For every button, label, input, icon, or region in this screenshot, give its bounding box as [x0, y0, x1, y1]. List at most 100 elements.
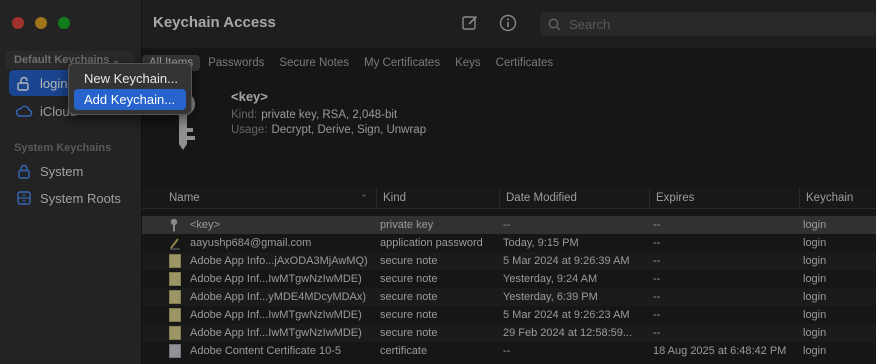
row-keychain: login [803, 309, 827, 321]
certificate-icon [169, 344, 181, 358]
column-name[interactable]: Name ⌃ [142, 188, 376, 208]
row-kind: private key [380, 219, 434, 231]
row-name: <key> [190, 219, 220, 231]
search-field[interactable] [540, 12, 876, 36]
cabinet-icon [13, 191, 35, 205]
tab-secure-notes[interactable]: Secure Notes [272, 55, 356, 71]
row-date: 5 Mar 2024 at 9:26:23 AM [503, 309, 630, 321]
window-title: Keychain Access [153, 14, 276, 31]
usage-label: Usage: [231, 124, 268, 136]
row-expires: -- [653, 291, 661, 303]
row-name: Adobe App Inf...IwMTgwNzIwMDE) [190, 327, 362, 339]
row-keychain: login [803, 237, 827, 249]
row-keychain: login [803, 273, 827, 285]
detail-title: <key> [231, 89, 268, 104]
items-table: <key> private key -- -- login aayushp684… [142, 216, 876, 360]
lock-open-icon [13, 76, 35, 91]
system-keychains-header: System Keychains [14, 142, 112, 154]
table-row[interactable]: Adobe App Inf...IwMTgwNzIwMDE) secure no… [142, 324, 876, 342]
row-expires: -- [653, 255, 661, 267]
tab-keys[interactable]: Keys [448, 55, 488, 71]
row-date: -- [503, 219, 511, 231]
close-window-button[interactable] [12, 17, 24, 29]
row-expires: -- [653, 327, 661, 339]
row-date: Today, 9:15 PM [503, 237, 579, 249]
row-date: Yesterday, 6:39 PM [503, 291, 598, 303]
column-date-modified[interactable]: Date Modified [499, 188, 649, 208]
sidebar-item-system[interactable]: System [9, 158, 133, 184]
row-expires: 18 Aug 2025 at 6:48:42 PM [653, 345, 787, 357]
table-row[interactable]: Adobe App Inf...IwMTgwNzIwMDE) secure no… [142, 306, 876, 324]
table-row[interactable]: Adobe App Info...jAxODA3MjAwMQ) secure n… [142, 252, 876, 270]
sidebar: Default Keychains ⌄ login iCloud System K… [0, 0, 142, 364]
row-date: 29 Feb 2024 at 12:58:59... [503, 327, 633, 339]
compose-icon[interactable] [461, 14, 479, 37]
column-expires[interactable]: Expires [649, 188, 799, 208]
row-date: 5 Mar 2024 at 9:26:39 AM [503, 255, 630, 267]
menu-item-new-keychain[interactable]: New Keychain... [74, 68, 186, 89]
note-icon [169, 254, 181, 268]
row-expires: -- [653, 237, 661, 249]
row-kind: secure note [380, 273, 438, 285]
column-keychain[interactable]: Keychain [799, 188, 876, 208]
table-header: Name ⌃ Kind Date Modified Expires Keychai… [142, 188, 876, 209]
tab-my-certificates[interactable]: My Certificates [357, 55, 447, 71]
note-icon [169, 326, 181, 340]
row-name: Adobe App Inf...IwMTgwNzIwMDE) [190, 273, 362, 285]
category-tabs: All Items Passwords Secure Notes My Cert… [142, 53, 876, 73]
usage-value: Decrypt, Derive, Sign, Unwrap [271, 124, 427, 136]
cloud-icon [13, 105, 35, 117]
row-expires: -- [653, 219, 661, 231]
sidebar-item-label: System Roots [40, 190, 121, 206]
row-kind: secure note [380, 291, 438, 303]
kind-label: Kind: [231, 109, 258, 121]
sidebar-item-label: login [40, 75, 68, 91]
row-keychain: login [803, 219, 827, 231]
key-icon [169, 218, 181, 232]
row-kind: application password [380, 237, 483, 249]
table-row[interactable]: Adobe App Inf...IwMTgwNzIwMDE) secure no… [142, 270, 876, 288]
row-date: Yesterday, 9:24 AM [503, 273, 598, 285]
row-keychain: login [803, 345, 827, 357]
sidebar-item-system-roots[interactable]: System Roots [9, 185, 133, 211]
info-icon[interactable] [499, 14, 517, 37]
detail-usage: Usage: Decrypt, Derive, Sign, Unwrap [231, 124, 426, 136]
tab-certificates[interactable]: Certificates [489, 55, 561, 71]
row-name: Adobe App Info...jAxODA3MjAwMQ) [190, 255, 368, 267]
table-row[interactable]: aayushp684@gmail.com application passwor… [142, 234, 876, 252]
keychain-context-menu: New Keychain... Add Keychain... [68, 63, 192, 115]
row-name: Adobe App Inf...IwMTgwNzIwMDE) [190, 309, 362, 321]
row-expires: -- [653, 309, 661, 321]
row-name: Adobe App Inf...yMDE4MDcyMDAx) [190, 291, 367, 303]
sidebar-item-label: System [40, 163, 84, 179]
table-row[interactable]: Adobe App Inf...yMDE4MDcyMDAx) secure no… [142, 288, 876, 306]
kind-value: private key, RSA, 2,048-bit [261, 109, 398, 121]
table-row[interactable]: Adobe Content Certificate 10-5 certifica… [142, 342, 876, 360]
item-detail: <key> Kind: private key, RSA, 2,048-bit U… [142, 80, 876, 180]
search-input[interactable] [567, 15, 861, 33]
row-kind: certificate [380, 345, 428, 357]
toolbar: Keychain Access [142, 0, 876, 48]
main-panel: Keychain Access All Items Passwords Secu… [142, 0, 876, 364]
row-kind: secure note [380, 255, 438, 267]
row-name: Adobe Content Certificate 10-5 [190, 345, 342, 357]
note-icon [169, 272, 181, 286]
table-row[interactable]: <key> private key -- -- login [142, 216, 876, 234]
lock-icon [13, 164, 35, 179]
zoom-window-button[interactable] [58, 17, 70, 29]
column-kind[interactable]: Kind [376, 188, 499, 208]
note-icon [169, 308, 181, 322]
pen-icon [169, 236, 181, 250]
row-kind: secure note [380, 327, 438, 339]
tab-passwords[interactable]: Passwords [201, 55, 271, 71]
column-label: Name [169, 192, 200, 204]
row-name: aayushp684@gmail.com [190, 237, 312, 249]
row-date: -- [503, 345, 511, 357]
row-kind: secure note [380, 309, 438, 321]
menu-item-add-keychain[interactable]: Add Keychain... [74, 89, 186, 110]
row-keychain: login [803, 255, 827, 267]
row-expires: -- [653, 273, 661, 285]
minimize-window-button[interactable] [35, 17, 47, 29]
note-icon [169, 290, 181, 304]
search-icon [548, 18, 561, 31]
